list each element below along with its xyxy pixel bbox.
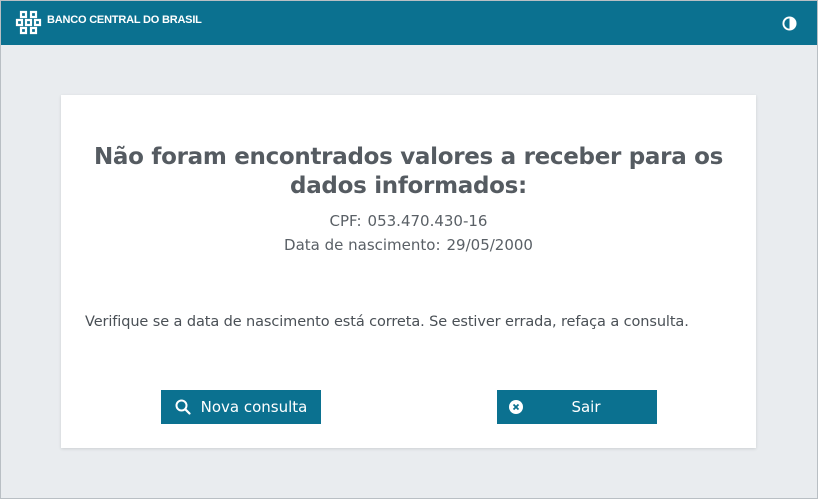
birth-date-label: Data de nascimento:: [284, 236, 441, 254]
result-title: Não foram encontrados valores a receber …: [93, 144, 724, 199]
birth-date-line: Data de nascimento: 29/05/2000: [61, 236, 756, 254]
contrast-toggle-icon[interactable]: [782, 16, 797, 31]
top-bar: BANCO CENTRAL DO BRASIL: [1, 1, 817, 45]
birth-date-value: 29/05/2000: [446, 236, 533, 254]
brand-name: BANCO CENTRAL DO BRASIL: [47, 14, 202, 26]
cpf-line: CPF: 053.470.430-16: [61, 212, 756, 230]
result-card: Não foram encontrados valores a receber …: [61, 95, 756, 448]
verification-message: Verifique se a data de nascimento está c…: [85, 314, 689, 330]
exit-label: Sair: [571, 398, 601, 416]
search-icon: [175, 399, 191, 415]
cpf-value: 053.470.430-16: [367, 212, 488, 230]
new-query-button[interactable]: Nova consulta: [161, 390, 321, 424]
bcb-logo-icon: [15, 10, 42, 35]
new-query-label: Nova consulta: [200, 398, 308, 416]
cpf-label: CPF:: [329, 212, 362, 230]
exit-button[interactable]: Sair: [497, 390, 657, 424]
